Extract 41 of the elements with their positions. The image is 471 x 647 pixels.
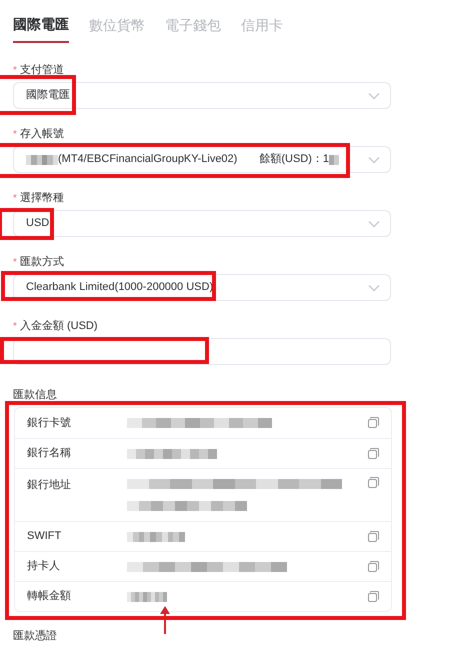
field-label: 入金金額 (USD) [20, 318, 98, 334]
copy-icon[interactable] [368, 417, 379, 429]
selected-value: USD [26, 216, 50, 232]
redacted-value [26, 154, 58, 164]
field-label: 匯款方式 [20, 254, 64, 270]
info-label: 銀行名稱 [27, 446, 72, 462]
chevron-down-icon [368, 92, 380, 100]
info-label: 轉帳金額 [27, 588, 72, 604]
field-label: 存入帳號 [20, 126, 64, 142]
copy-icon[interactable] [368, 530, 379, 542]
copy-icon[interactable] [368, 448, 379, 460]
selected-value: Clearbank Limited(1000-200000 USD) [26, 280, 214, 296]
select-field[interactable]: Clearbank Limited(1000-200000 USD) [13, 274, 391, 301]
required-mark: * [13, 64, 17, 78]
account-text: (MT4/EBCFinancialGroupKY-Live02) [58, 152, 238, 168]
field-label: 選擇幣種 [20, 190, 64, 206]
info-label: 銀行地址 [27, 478, 72, 493]
amount-input[interactable] [13, 338, 391, 365]
select-field[interactable]: (MT4/EBCFinancialGroupKY-Live02) 餘額(USD)：1 [13, 146, 391, 173]
field-label: 支付管道 [20, 62, 64, 78]
balance-text: 餘額(USD)：1 [259, 152, 330, 168]
selected-value: 國際電匯 [26, 88, 70, 104]
required-mark: * [13, 128, 17, 142]
required-mark: * [13, 320, 17, 334]
required-mark: * [13, 192, 17, 206]
select-field[interactable]: USD [13, 210, 391, 237]
info-label: 銀行卡號 [27, 416, 72, 431]
info-label: 持卡人 [27, 559, 61, 574]
chevron-down-icon [368, 284, 380, 292]
info-label: SWIFT [27, 529, 62, 544]
section-title: 匯款憑證 [13, 629, 58, 644]
chevron-down-icon [368, 156, 380, 164]
chevron-down-icon [368, 220, 380, 228]
copy-icon[interactable] [368, 590, 379, 602]
required-mark: * [13, 256, 17, 270]
section-title: 匯款信息 [13, 388, 58, 401]
select-field[interactable]: 國際電匯 [13, 82, 391, 109]
copy-icon[interactable] [368, 477, 379, 489]
tab[interactable]: 國際電匯 [13, 13, 69, 43]
redacted-value [329, 154, 340, 164]
copy-icon[interactable] [368, 560, 379, 572]
